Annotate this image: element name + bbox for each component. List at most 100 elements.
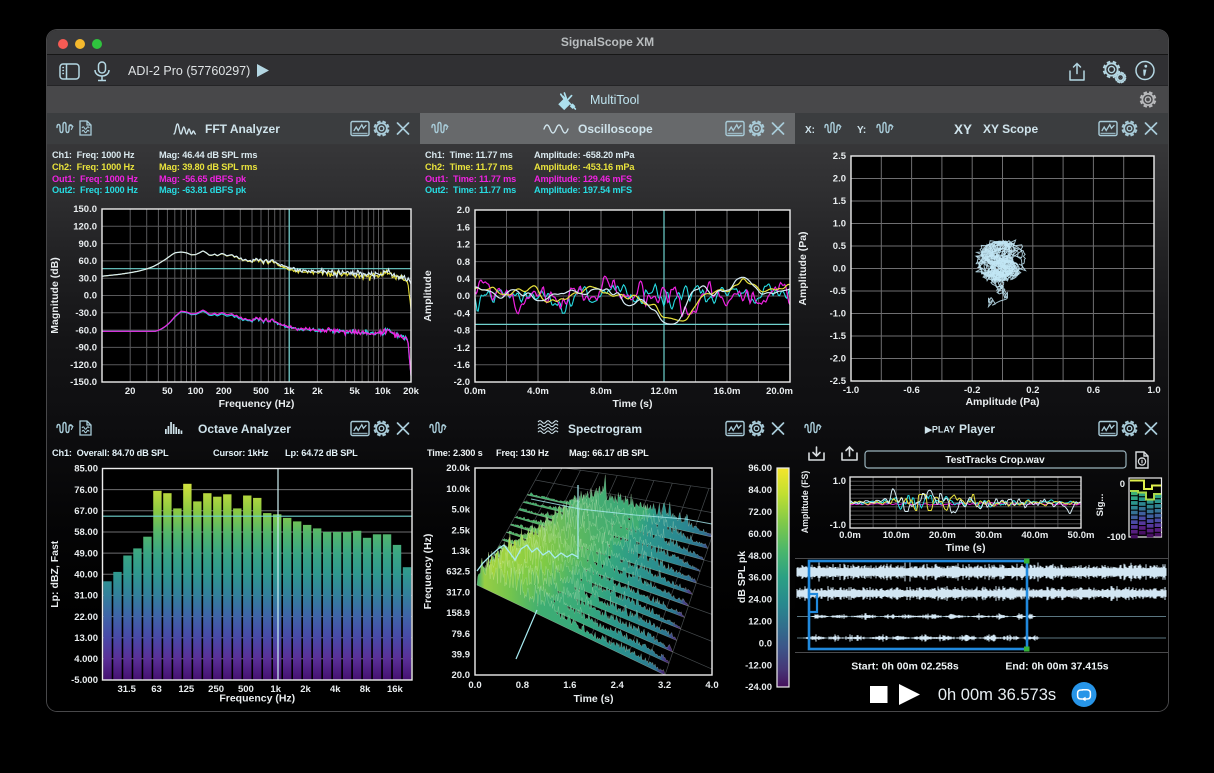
svg-text:Time (s): Time (s) — [573, 693, 613, 705]
svg-text:-150.0: -150.0 — [70, 377, 97, 388]
svg-text:1.0: 1.0 — [833, 219, 846, 230]
svg-text:0h 00m 36.573s: 0h 00m 36.573s — [938, 686, 1056, 704]
svg-text:-12.00: -12.00 — [745, 660, 772, 671]
svg-text:8.0m: 8.0m — [590, 386, 612, 397]
svg-text:2.4: 2.4 — [611, 680, 625, 691]
svg-text:84.00: 84.00 — [748, 485, 772, 496]
svg-text:10.0m: 10.0m — [883, 530, 910, 541]
svg-text:FFT Analyzer: FFT Analyzer — [205, 122, 280, 136]
svg-text:1.5: 1.5 — [833, 196, 847, 207]
svg-text:2.0: 2.0 — [833, 174, 846, 185]
svg-text:96.00: 96.00 — [748, 463, 772, 474]
svg-text:1.0: 1.0 — [833, 476, 846, 487]
svg-text:Frequency (Hz): Frequency (Hz) — [422, 534, 434, 610]
svg-text:16.0m: 16.0m — [714, 386, 741, 397]
svg-text:76.00: 76.00 — [74, 485, 98, 496]
svg-text:0.0m: 0.0m — [839, 530, 861, 541]
svg-text:72.00: 72.00 — [748, 507, 772, 518]
svg-text:632.5: 632.5 — [446, 567, 470, 578]
svg-text:Sig...: Sig... — [1095, 494, 1106, 517]
svg-text:50.0m: 50.0m — [1068, 530, 1095, 541]
svg-text:End: 0h 00m 37.415s: End: 0h 00m 37.415s — [1005, 661, 1108, 673]
svg-text:0: 0 — [1120, 479, 1125, 490]
svg-text:40.00: 40.00 — [74, 569, 98, 580]
svg-text:12.00: 12.00 — [748, 617, 772, 628]
svg-text:1.3k: 1.3k — [452, 546, 471, 557]
svg-text:5k: 5k — [349, 386, 360, 397]
svg-text:-0.2: -0.2 — [964, 385, 980, 396]
svg-text:2k: 2k — [300, 684, 311, 695]
svg-text:X:: X: — [805, 125, 815, 136]
svg-text:49.00: 49.00 — [74, 548, 98, 559]
svg-text:16k: 16k — [387, 684, 404, 695]
svg-text:40.0m: 40.0m — [1021, 530, 1048, 541]
svg-text:-2.0: -2.0 — [830, 354, 846, 365]
svg-text:100: 100 — [188, 386, 204, 397]
svg-text:0.0: 0.0 — [457, 291, 470, 302]
svg-text:12.0m: 12.0m — [651, 386, 678, 397]
svg-text:125: 125 — [178, 684, 195, 695]
svg-text:Lp: dBZ, Fast: Lp: dBZ, Fast — [49, 540, 61, 608]
svg-text:58.00: 58.00 — [74, 527, 98, 538]
svg-text:4.000: 4.000 — [74, 654, 98, 665]
svg-text:0.0: 0.0 — [759, 638, 772, 649]
svg-text:0.0: 0.0 — [84, 291, 97, 302]
svg-text:-100: -100 — [1107, 532, 1126, 543]
svg-text:0.5: 0.5 — [833, 241, 847, 252]
svg-text:0.0: 0.0 — [468, 680, 481, 691]
svg-text:10k: 10k — [375, 386, 392, 397]
svg-text:0.0m: 0.0m — [464, 386, 486, 397]
svg-text:TestTracks Crop.wav: TestTracks Crop.wav — [945, 455, 1045, 466]
svg-text:39.9: 39.9 — [452, 650, 471, 661]
svg-text:30.0: 30.0 — [79, 273, 98, 284]
svg-text:20: 20 — [125, 386, 136, 397]
svg-text:2.0: 2.0 — [457, 205, 470, 216]
svg-text:20k: 20k — [403, 386, 420, 397]
svg-text:30.0m: 30.0m — [975, 530, 1002, 541]
svg-text:20.0m: 20.0m — [929, 530, 956, 541]
svg-text:36.00: 36.00 — [748, 573, 772, 584]
svg-text:-0.8: -0.8 — [454, 326, 470, 337]
svg-text:Time (s): Time (s) — [945, 542, 985, 554]
svg-text:Frequency (Hz): Frequency (Hz) — [219, 693, 295, 705]
svg-text:20.0k: 20.0k — [446, 463, 470, 474]
svg-text:2k: 2k — [312, 386, 323, 397]
svg-text:60.00: 60.00 — [748, 529, 772, 540]
svg-text:0.2: 0.2 — [1026, 385, 1039, 396]
svg-text:XY: XY — [954, 122, 972, 137]
svg-text:3.2: 3.2 — [658, 680, 671, 691]
svg-text:31.00: 31.00 — [74, 591, 98, 602]
svg-text:-30.0: -30.0 — [75, 308, 97, 319]
svg-text:500: 500 — [253, 386, 269, 397]
svg-text:0.6: 0.6 — [1087, 385, 1100, 396]
svg-text:-1.6: -1.6 — [454, 360, 470, 371]
svg-text:-0.5: -0.5 — [830, 286, 847, 297]
svg-text:Oscilloscope: Oscilloscope — [578, 122, 653, 136]
svg-text:0.4: 0.4 — [457, 274, 471, 285]
svg-text:8k: 8k — [360, 684, 371, 695]
svg-text:63: 63 — [151, 684, 162, 695]
svg-text:0.8: 0.8 — [516, 680, 529, 691]
svg-text:20.0: 20.0 — [452, 670, 471, 681]
svg-text:-0.6: -0.6 — [903, 385, 919, 396]
svg-text:-1.0: -1.0 — [843, 385, 859, 396]
svg-text:dB SPL pk: dB SPL pk — [736, 551, 748, 603]
svg-text:22.00: 22.00 — [74, 612, 98, 623]
svg-text:2.5k: 2.5k — [452, 525, 471, 536]
svg-text:24.00: 24.00 — [748, 595, 772, 606]
svg-text:90.0: 90.0 — [79, 239, 98, 250]
svg-text:Amplitude (Pa): Amplitude (Pa) — [965, 396, 1039, 408]
svg-text:200: 200 — [216, 386, 232, 397]
svg-text:Spectrogram: Spectrogram — [568, 422, 642, 436]
svg-text:20.0m: 20.0m — [766, 386, 793, 397]
svg-text:-1.2: -1.2 — [454, 343, 470, 354]
svg-text:-1.5: -1.5 — [830, 331, 847, 342]
svg-text:-120.0: -120.0 — [70, 360, 97, 371]
svg-text:Y:: Y: — [857, 125, 866, 136]
svg-text:10.0k: 10.0k — [446, 484, 470, 495]
svg-text:5.0k: 5.0k — [452, 505, 471, 516]
svg-text:-0.4: -0.4 — [454, 308, 471, 319]
svg-text:-60.0: -60.0 — [75, 325, 97, 336]
svg-text:Time (s): Time (s) — [612, 398, 652, 410]
svg-text:31.5: 31.5 — [117, 684, 136, 695]
